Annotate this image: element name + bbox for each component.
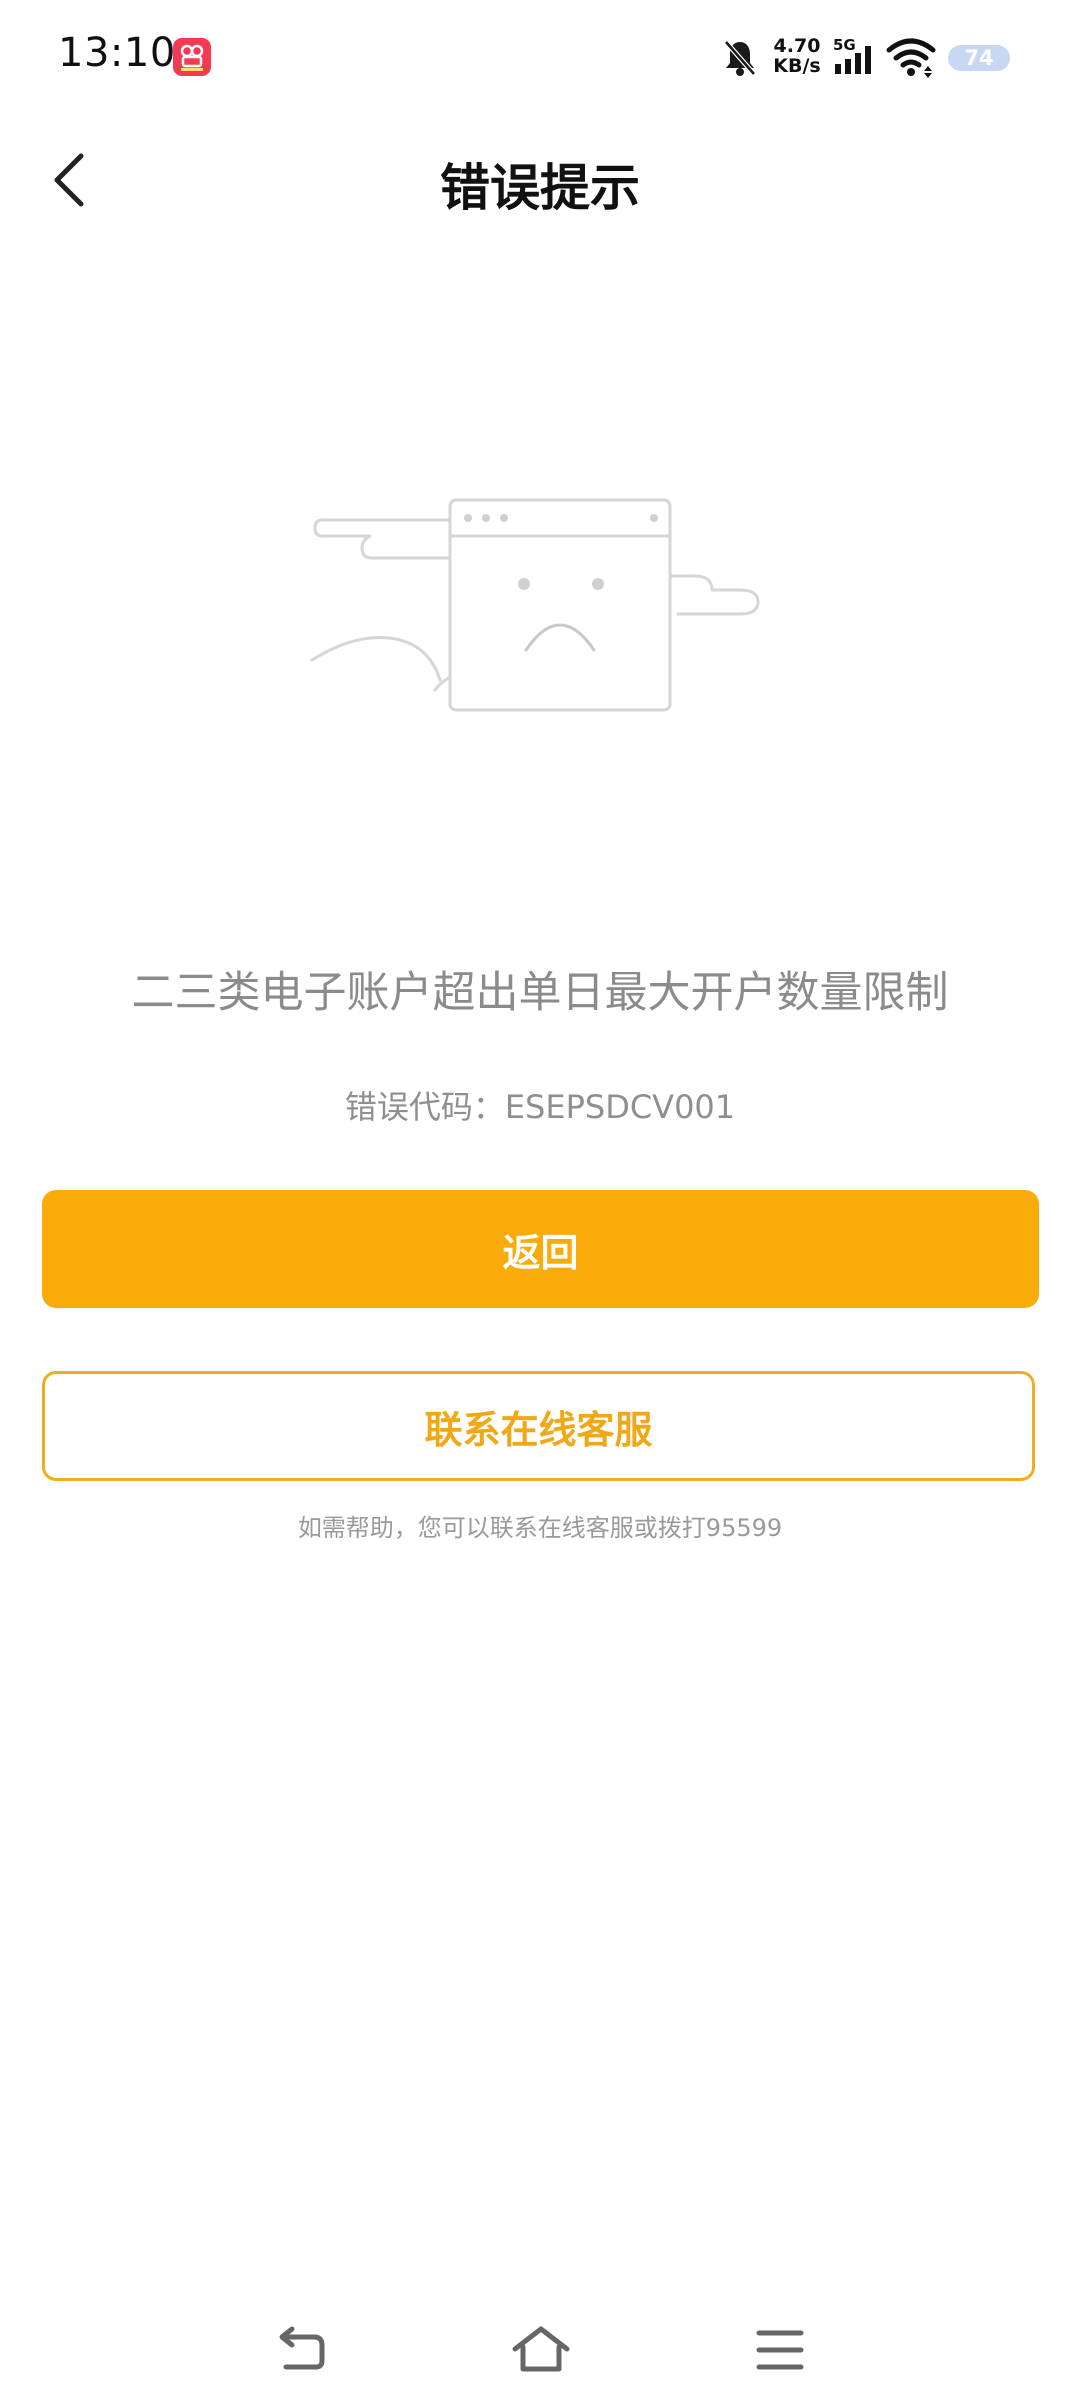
error-message: 二三类电子账户超出单日最大开户数量限制 — [131, 968, 949, 1018]
wifi-icon — [886, 38, 936, 82]
menu-nav-icon[interactable] — [740, 2320, 820, 2380]
5g-signal-icon: 5G — [833, 36, 879, 80]
return-button[interactable]: 返回 — [42, 1190, 1039, 1308]
header-bar: 错误提示 — [0, 120, 1080, 240]
network-speed: 4.70 KB/s — [772, 36, 822, 76]
page-title: 错误提示 — [440, 159, 640, 217]
network-type-label: 5G — [833, 36, 856, 54]
net-speed-value: 4.70 — [773, 35, 821, 57]
error-code: 错误代码：ESEPSDCV001 — [344, 1088, 736, 1126]
sad-browser-window-icon — [300, 480, 780, 720]
system-nav-bar — [0, 2290, 1080, 2400]
status-time: 13:10 — [58, 30, 176, 76]
battery-icon: 74 — [948, 45, 1010, 71]
mute-icon — [722, 38, 758, 82]
help-text: 如需帮助，您可以联系在线客服或拨打95599 — [297, 1514, 783, 1542]
net-speed-unit: KB/s — [773, 55, 821, 77]
home-nav-icon[interactable] — [501, 2320, 581, 2380]
app-notification-icon — [173, 38, 211, 76]
back-nav-icon[interactable] — [262, 2320, 342, 2380]
contact-support-button[interactable]: 联系在线客服 — [42, 1371, 1035, 1481]
status-bar: 13:10 4.70 KB/s 5G 74 — [0, 0, 1080, 120]
